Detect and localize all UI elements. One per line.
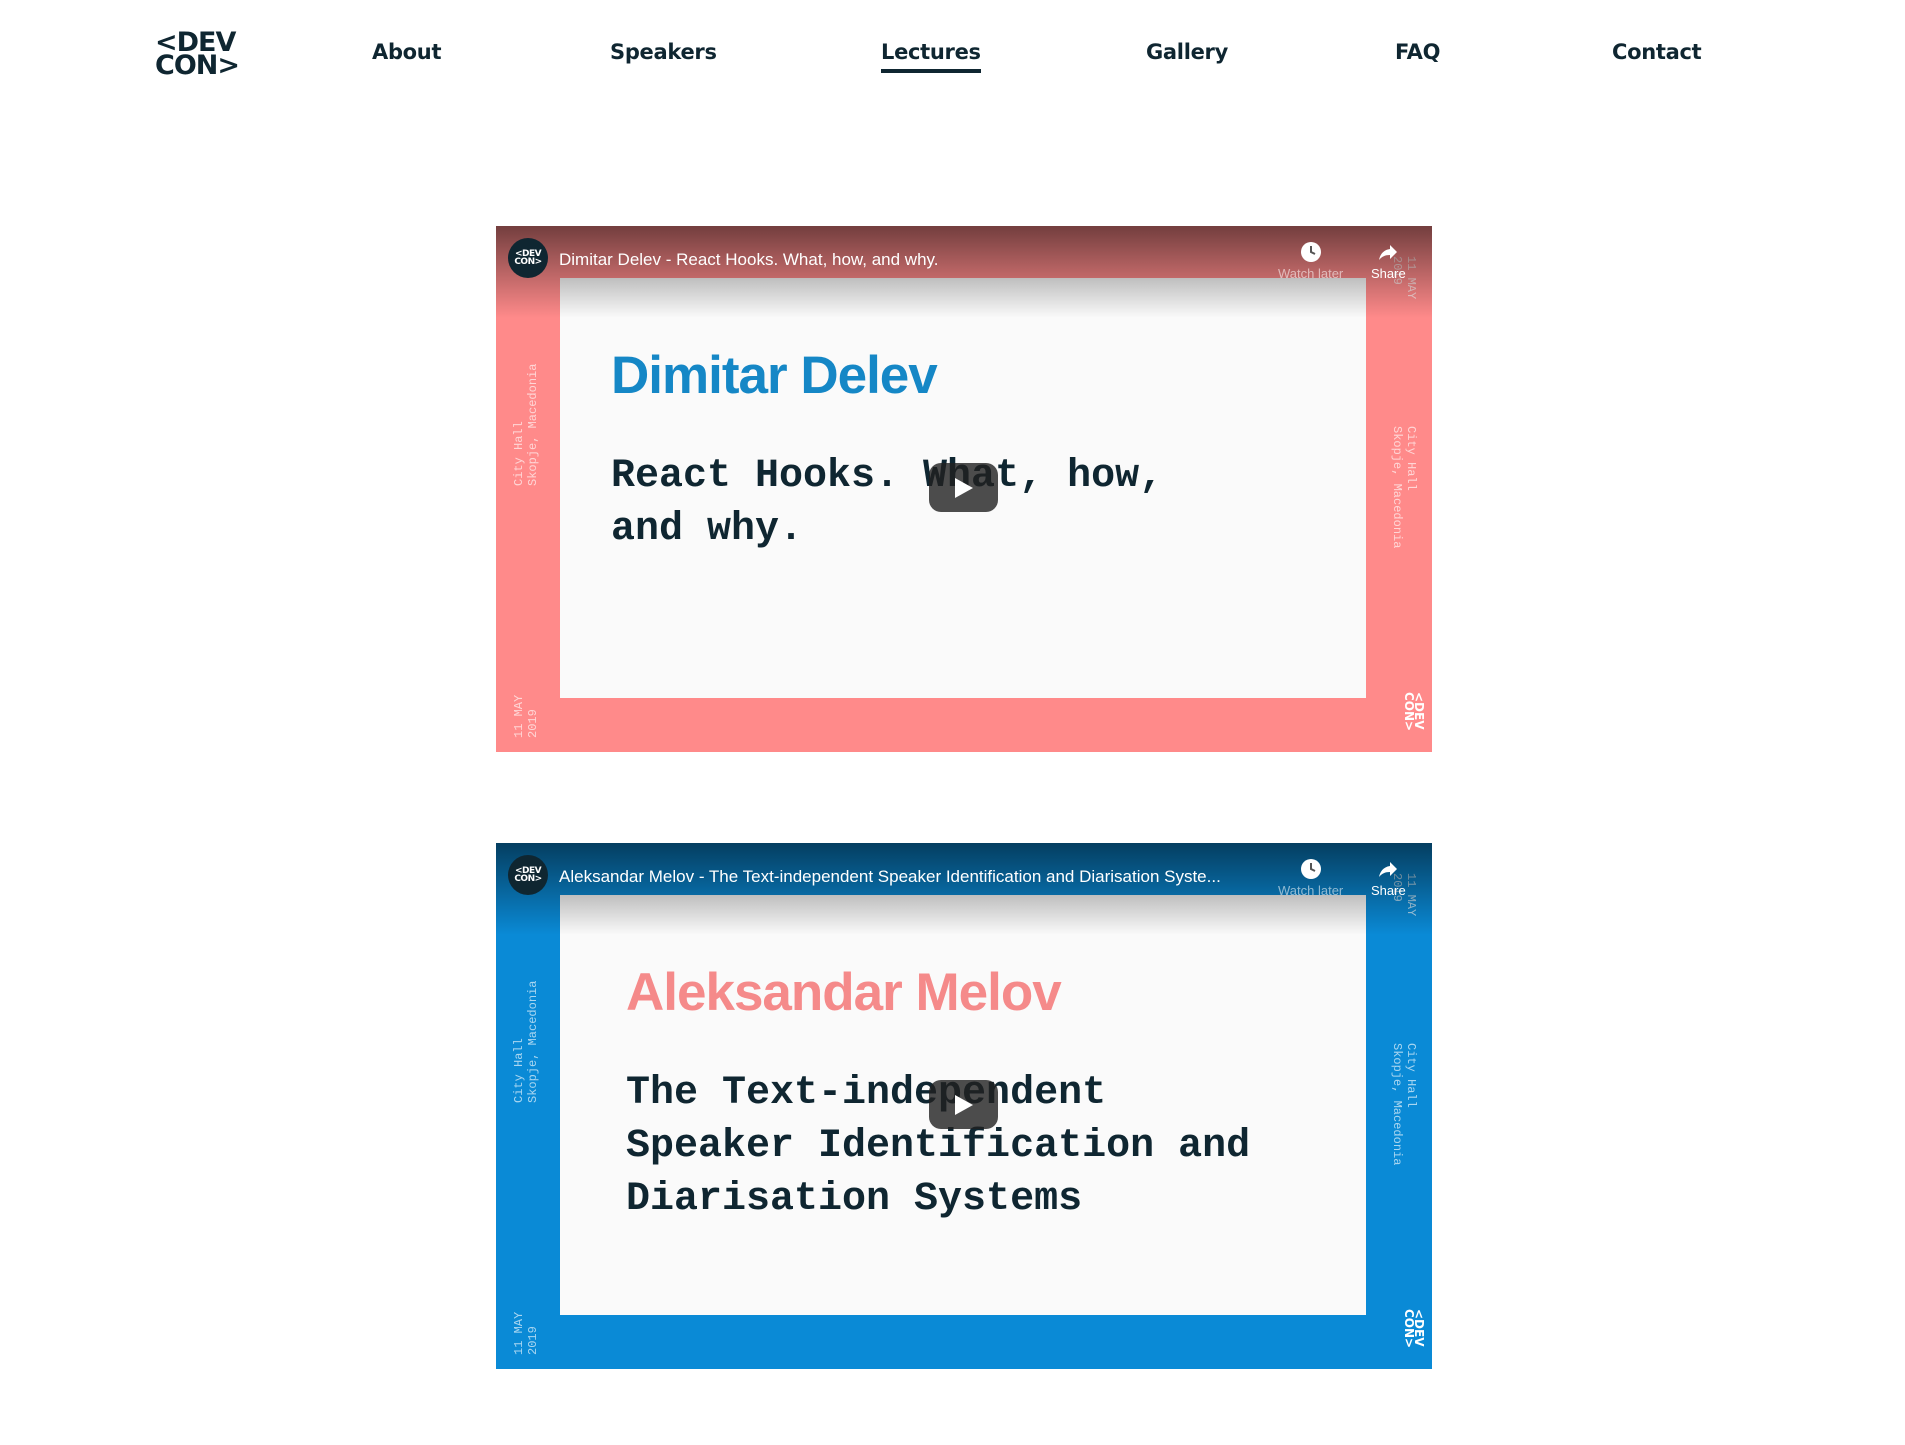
play-icon [954,477,973,498]
nav-speakers[interactable]: Speakers [610,40,717,64]
watch-later-label: Watch later [1278,883,1344,898]
talk-title: React Hooks. What, how, and why. [611,454,1164,552]
play-button[interactable] [929,1080,998,1129]
side-logo-line-2: CON> [1402,1309,1416,1349]
date-text-left: 11 MAY 2019 [512,1311,540,1355]
channel-avatar[interactable]: <DEV CON> [508,238,548,278]
avatar-line-2: CON> [514,257,542,267]
speaker-name: Aleksandar Melov [626,963,1062,1022]
share-button[interactable]: Share [1371,240,1406,281]
avatar-line-2: CON> [514,874,542,884]
side-devcon-logo: <DEV CON> [1402,692,1426,732]
nav-faq[interactable]: FAQ [1395,40,1440,64]
video-embed-1[interactable]: <DEV CON> Dimitar Delev - React Hooks. W… [496,226,1432,752]
nav-about[interactable]: About [372,40,442,64]
watch-later-label: Watch later [1278,266,1344,281]
clock-icon [1300,242,1321,262]
nav-lectures[interactable]: Lectures [881,40,981,73]
venue-text-right: City Hall Skopje, Macedonia [1390,426,1418,549]
video-embed-2[interactable]: <DEV CON> Aleksandar Melov - The Text-in… [496,843,1432,1369]
share-arrow-icon [1379,862,1398,877]
venue-text-right: City Hall Skopje, Macedonia [1390,1043,1418,1166]
nav-gallery[interactable]: Gallery [1146,40,1228,64]
watch-later-button[interactable]: Watch later [1278,857,1343,898]
play-icon [954,1094,973,1115]
logo-line-2: CON> [155,50,240,81]
side-devcon-logo: <DEV CON> [1402,1309,1426,1349]
channel-avatar[interactable]: <DEV CON> [508,855,548,895]
share-arrow-icon [1379,245,1398,260]
venue-text-left: City Hall Skopje, Macedonia [512,980,540,1103]
play-button[interactable] [929,463,998,512]
side-logo-line-2: CON> [1402,692,1416,732]
clock-icon [1300,859,1321,879]
share-button[interactable]: Share [1371,857,1406,898]
video-title[interactable]: Dimitar Delev - React Hooks. What, how, … [559,250,939,270]
devcon-logo[interactable]: <DEV CON> [155,29,241,81]
date-text-left: 11 MAY 2019 [512,694,540,738]
share-label: Share [1371,266,1406,281]
watch-later-button[interactable]: Watch later [1278,240,1343,281]
nav-contact[interactable]: Contact [1612,40,1702,64]
share-label: Share [1371,883,1406,898]
video-title[interactable]: Aleksandar Melov - The Text-independent … [559,867,1221,887]
venue-text-left: City Hall Skopje, Macedonia [512,363,540,486]
speaker-name: Dimitar Delev [611,346,938,405]
